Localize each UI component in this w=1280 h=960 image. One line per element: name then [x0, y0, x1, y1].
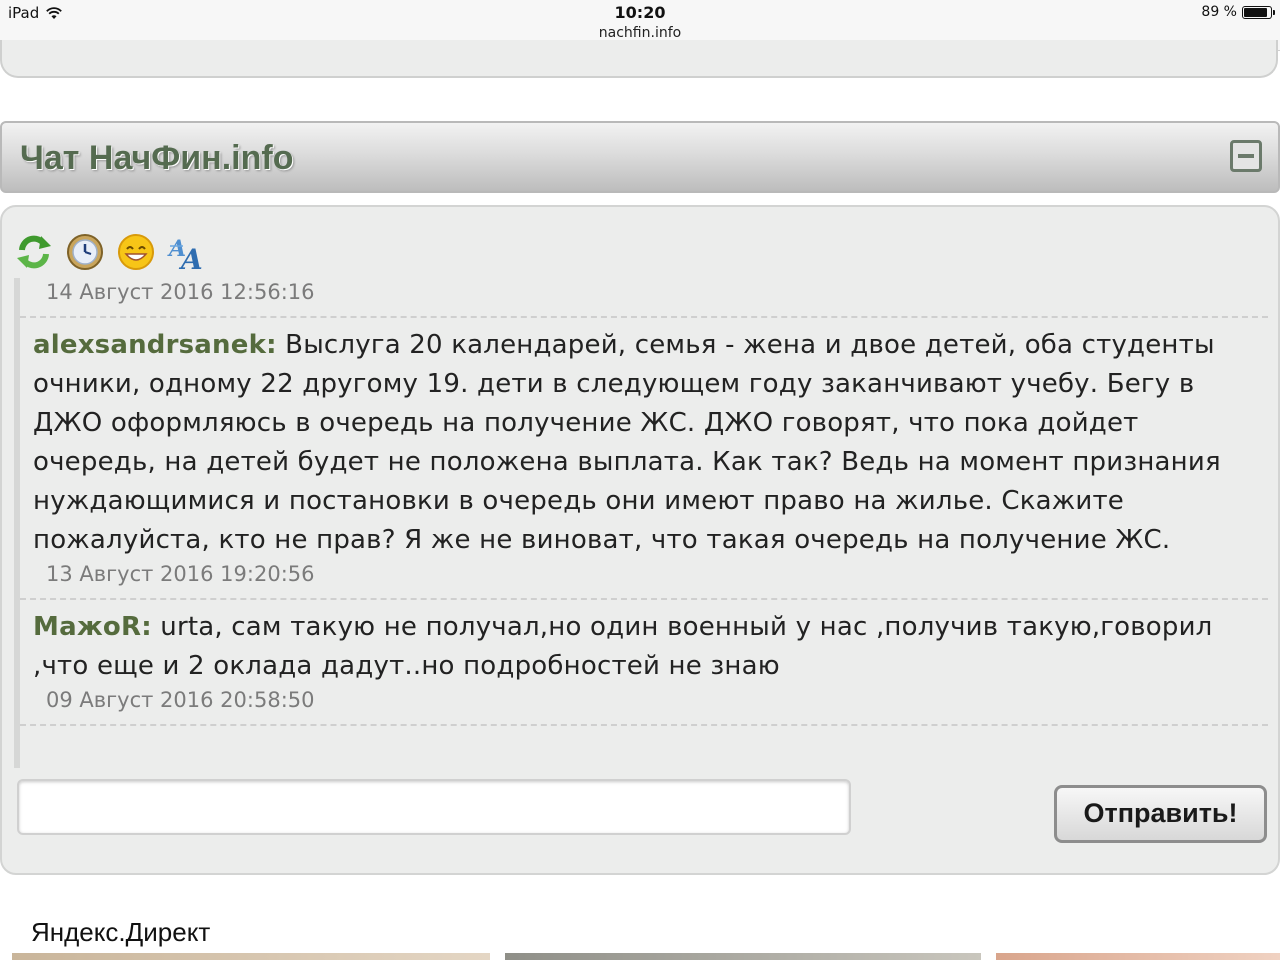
previous-block: [0, 40, 1278, 78]
clock: 10:20: [614, 3, 666, 22]
smiley-icon[interactable]: [116, 232, 156, 272]
send-button[interactable]: Отправить!: [1054, 785, 1267, 843]
font-icon[interactable]: A A: [167, 232, 207, 272]
author-colon: :: [141, 612, 152, 642]
chat-toolbar: A A: [14, 232, 207, 272]
svg-text:A: A: [178, 243, 203, 272]
message-author[interactable]: alexsandrsanek: [33, 330, 266, 360]
status-right: 89 %: [1201, 4, 1275, 20]
message-divider: [20, 598, 1268, 600]
message-body: Выслуга 20 календарей, семья - жена и дв…: [33, 330, 1221, 555]
address-bar-url[interactable]: nachfin.info: [0, 25, 1280, 41]
ad-thumbnail[interactable]: [12, 953, 490, 960]
chat-title: Чат НачФин.info: [20, 139, 294, 177]
chat-message: МажоR: urta, сам такую не получал,но оди…: [33, 608, 1248, 686]
message-timestamp: 09 Август 2016 20:58:50: [46, 688, 315, 712]
clock-icon[interactable]: [65, 232, 105, 272]
message-author[interactable]: МажоR: [33, 612, 141, 642]
message-timestamp: 13 Август 2016 19:20:56: [46, 562, 315, 586]
ad-thumbnail[interactable]: [996, 953, 1280, 960]
message-timestamp: 14 Август 2016 12:56:16: [46, 280, 315, 304]
author-colon: :: [266, 330, 277, 360]
ads-label: Яндекс.Директ: [31, 917, 211, 947]
battery-fill: [1244, 7, 1268, 17]
battery-percent: 89 %: [1201, 4, 1237, 20]
message-body: urta, сам такую не получал,но один военн…: [33, 612, 1213, 681]
ad-thumbnail[interactable]: [505, 953, 981, 960]
chat-messages: 14 Август 2016 12:56:16 alexsandrsanek: …: [14, 278, 1268, 768]
chat-header: Чат НачФин.info: [0, 121, 1280, 193]
chat-message: alexsandrsanek: Выслуга 20 календарей, с…: [33, 326, 1248, 560]
refresh-icon[interactable]: [14, 232, 54, 272]
collapse-icon[interactable]: [1230, 140, 1262, 172]
chat-message-input[interactable]: [17, 779, 851, 835]
battery-icon: [1242, 5, 1275, 19]
chat-panel: A A 14 Август 2016 12:56:16 alexsandrsan…: [0, 205, 1280, 875]
message-divider: [20, 316, 1268, 318]
message-divider: [20, 724, 1268, 726]
